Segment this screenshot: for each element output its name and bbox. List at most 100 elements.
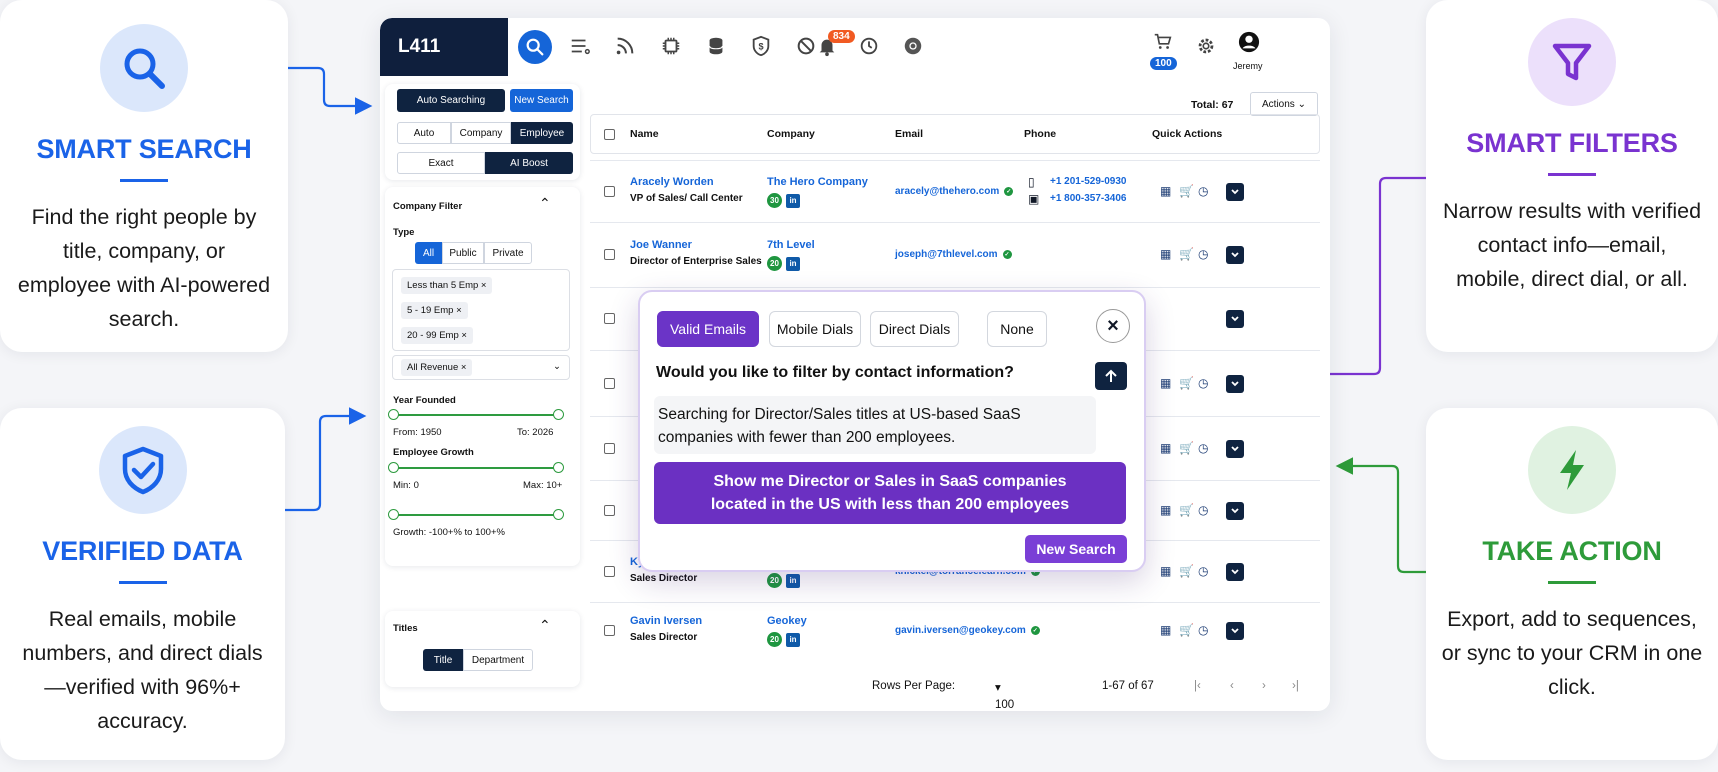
chip-20-99[interactable]: 20 - 99 Emp × — [401, 327, 473, 344]
rows-per-page-select[interactable]: 100 rows ▾ — [995, 680, 1014, 711]
chrome-icon[interactable] — [899, 32, 927, 60]
cart-icon[interactable] — [1149, 28, 1177, 56]
chip-5-19[interactable]: 5 - 19 Emp × — [401, 302, 468, 319]
mode-auto[interactable]: Auto — [397, 122, 451, 144]
cart-icon[interactable]: 🛒 — [1179, 623, 1194, 637]
tab-valid-emails[interactable]: Valid Emails — [657, 311, 759, 347]
employee-growth-slider[interactable] — [388, 462, 564, 473]
search-icon[interactable] — [518, 30, 552, 64]
history-icon[interactable]: ◷ — [1198, 376, 1208, 390]
new-search-button[interactable]: New Search — [510, 89, 573, 112]
direct-phone[interactable]: +1 800-357-3406 — [1050, 193, 1126, 204]
mode-company[interactable]: Company — [451, 122, 511, 144]
email-cell[interactable]: joseph@7thlevel.com ✓ — [895, 249, 1012, 260]
row-checkbox[interactable] — [604, 186, 615, 197]
chevron-down-icon[interactable]: ⌄ — [553, 361, 561, 372]
linkedin-icon[interactable]: in — [786, 193, 800, 208]
avatar[interactable] — [1235, 28, 1263, 56]
chip-all-revenue[interactable]: All Revenue × — [401, 359, 473, 376]
history-icon[interactable] — [855, 32, 883, 60]
new-search-button[interactable]: New Search — [1025, 535, 1127, 563]
col-email[interactable]: Email — [895, 128, 923, 140]
year-founded-slider[interactable] — [388, 409, 564, 420]
export-icon[interactable]: ▦ — [1160, 376, 1171, 390]
contact-name[interactable]: Aracely Worden — [630, 176, 714, 188]
row-menu-chevron-icon[interactable] — [1226, 440, 1244, 458]
database-icon[interactable] — [702, 32, 730, 60]
revenue-select[interactable]: All Revenue × ⌄ — [392, 355, 570, 380]
mobile-phone[interactable]: +1 201-529-0930 — [1050, 176, 1126, 187]
chevron-up-icon[interactable]: ⌃ — [539, 617, 551, 634]
row-checkbox[interactable] — [604, 505, 615, 516]
next-page-icon[interactable]: › — [1262, 680, 1266, 692]
linkedin-icon[interactable]: in — [786, 256, 800, 271]
actions-dropdown[interactable]: Actions ⌄ — [1250, 92, 1318, 116]
row-checkbox[interactable] — [604, 378, 615, 389]
row-menu-chevron-icon[interactable] — [1226, 622, 1244, 640]
history-icon[interactable]: ◷ — [1198, 623, 1208, 637]
exact-toggle[interactable]: Exact — [397, 152, 485, 174]
close-icon[interactable]: × — [1096, 309, 1130, 343]
type-public[interactable]: Public — [442, 242, 484, 264]
dollar-shield-icon[interactable]: $ — [747, 32, 775, 60]
select-all-checkbox[interactable] — [604, 129, 615, 140]
row-checkbox[interactable] — [604, 249, 615, 260]
col-phone[interactable]: Phone — [1024, 128, 1056, 140]
chip-less-than-5[interactable]: Less than 5 Emp × — [401, 277, 493, 294]
cart-icon[interactable]: 🛒 — [1179, 376, 1194, 390]
row-menu-chevron-icon[interactable] — [1226, 502, 1244, 520]
row-menu-chevron-icon[interactable] — [1226, 246, 1244, 264]
mode-employee[interactable]: Employee — [511, 122, 573, 144]
history-icon[interactable]: ◷ — [1198, 247, 1208, 261]
row-menu-chevron-icon[interactable] — [1226, 375, 1244, 393]
suggested-prompt[interactable]: Show me Director or Sales in SaaS compan… — [654, 462, 1126, 524]
company-name[interactable]: The Hero Company — [767, 176, 868, 188]
col-company[interactable]: Company — [767, 128, 815, 140]
cart-icon[interactable]: 🛒 — [1179, 184, 1194, 198]
linkedin-icon[interactable]: in — [786, 573, 800, 588]
tab-none[interactable]: None — [987, 311, 1047, 347]
history-icon[interactable]: ◷ — [1198, 184, 1208, 198]
contact-name[interactable]: Joe Wanner — [630, 239, 692, 251]
rss-icon[interactable] — [611, 32, 639, 60]
first-page-icon[interactable]: |‹ — [1194, 680, 1201, 692]
row-checkbox[interactable] — [604, 313, 615, 324]
history-icon[interactable]: ◷ — [1198, 503, 1208, 517]
cart-icon[interactable]: 🛒 — [1179, 564, 1194, 578]
tab-mobile-dials[interactable]: Mobile Dials — [769, 311, 861, 347]
company-name[interactable]: Geokey — [767, 615, 807, 627]
email-cell[interactable]: gavin.iversen@geokey.com ✓ — [895, 625, 1040, 636]
linkedin-icon[interactable]: in — [786, 632, 800, 647]
history-icon[interactable]: ◷ — [1198, 564, 1208, 578]
growth-range-slider[interactable] — [388, 509, 564, 520]
export-icon[interactable]: ▦ — [1160, 247, 1171, 261]
prev-page-icon[interactable]: ‹ — [1230, 680, 1234, 692]
chevron-up-icon[interactable]: ⌃ — [539, 195, 551, 212]
auto-searching-button[interactable]: Auto Searching — [397, 89, 505, 112]
export-icon[interactable]: ▦ — [1160, 184, 1171, 198]
row-checkbox[interactable] — [604, 443, 615, 454]
arrow-up-icon[interactable] — [1095, 362, 1127, 390]
gear-icon[interactable] — [1192, 32, 1220, 60]
cart-icon[interactable]: 🛒 — [1179, 503, 1194, 517]
export-icon[interactable]: ▦ — [1160, 564, 1171, 578]
company-name[interactable]: 7th Level — [767, 239, 815, 251]
employee-size-select[interactable]: Less than 5 Emp × 5 - 19 Emp × 20 - 99 E… — [392, 269, 570, 351]
row-checkbox[interactable] — [604, 625, 615, 636]
row-menu-chevron-icon[interactable] — [1226, 563, 1244, 581]
export-icon[interactable]: ▦ — [1160, 503, 1171, 517]
ai-boost-toggle[interactable]: AI Boost — [485, 152, 573, 174]
row-menu-chevron-icon[interactable] — [1226, 183, 1244, 201]
cart-icon[interactable]: 🛒 — [1179, 441, 1194, 455]
row-checkbox[interactable] — [604, 566, 615, 577]
last-page-icon[interactable]: ›| — [1292, 680, 1299, 692]
history-icon[interactable]: ◷ — [1198, 441, 1208, 455]
type-private[interactable]: Private — [484, 242, 532, 264]
col-name[interactable]: Name — [630, 128, 659, 140]
contact-name[interactable]: Gavin Iversen — [630, 615, 702, 627]
type-all[interactable]: All — [415, 242, 442, 264]
chip-icon[interactable] — [657, 32, 685, 60]
export-icon[interactable]: ▦ — [1160, 441, 1171, 455]
cart-icon[interactable]: 🛒 — [1179, 247, 1194, 261]
email-cell[interactable]: aracely@thehero.com ✓ — [895, 186, 1014, 197]
